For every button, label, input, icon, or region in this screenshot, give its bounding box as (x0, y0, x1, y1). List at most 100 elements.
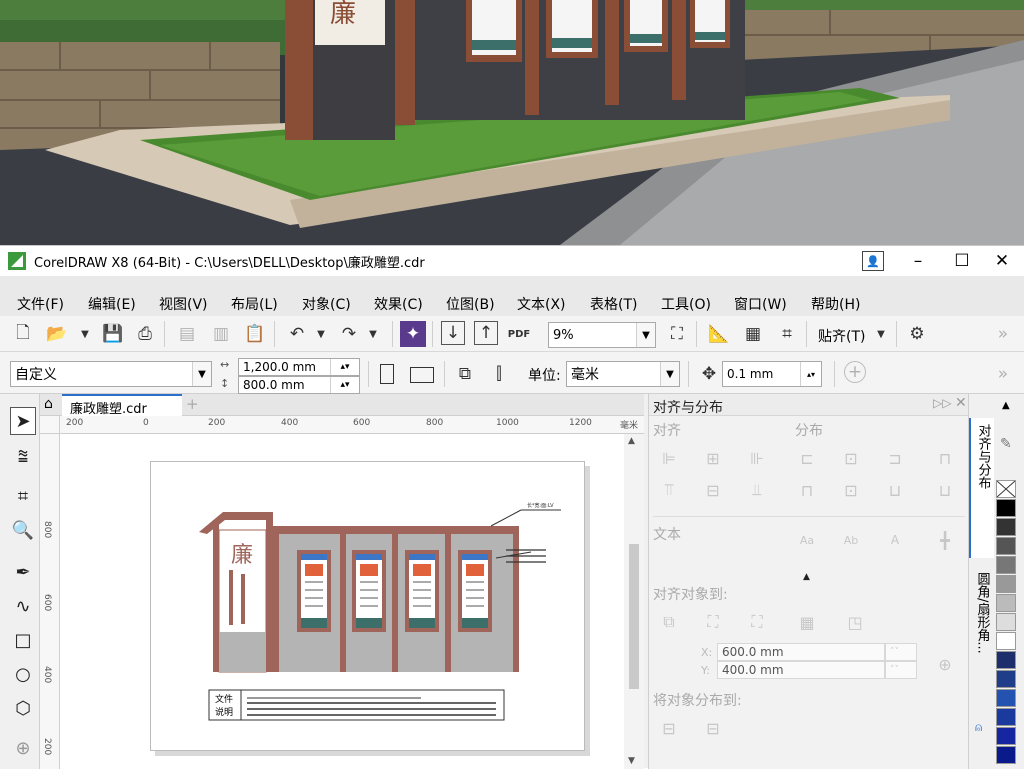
import-icon[interactable]: ↓ (441, 321, 465, 345)
royal-blue-swatch[interactable] (996, 708, 1016, 726)
menu-text[interactable]: 文本(X) (517, 294, 566, 314)
distribute-center-h-icon[interactable]: ⊡ (839, 446, 863, 470)
landscape-icon[interactable] (410, 367, 434, 383)
undo-dropdown-chevron-icon[interactable]: ▼ (308, 321, 334, 347)
snap-dropdown-chevron-icon[interactable]: ▼ (868, 321, 894, 347)
width-spinner-icon[interactable]: ▴▾ (330, 359, 359, 375)
vertical-ruler[interactable]: 800 600 400 200 (40, 434, 60, 769)
print-icon[interactable]: ⎙ (132, 321, 158, 347)
section-collapse-icon[interactable]: ▲ (803, 572, 810, 582)
redo-dropdown-chevron-icon[interactable]: ▼ (360, 321, 386, 347)
copy-icon[interactable]: ▥ (208, 321, 234, 347)
document-page[interactable]: 廉 长*宽:面:LV 文件 说明 (150, 461, 585, 751)
y-coordinate-field[interactable]: 400.0 mm (717, 661, 885, 679)
new-tab-plus-icon[interactable]: + (186, 395, 199, 413)
menu-object[interactable]: 对象(C) (302, 294, 351, 314)
collapse-docker-icon[interactable]: ▷▷ (933, 396, 951, 410)
add-preset-icon[interactable]: + (844, 361, 866, 383)
y-coordinate-spinner-icon[interactable]: ˄˅ (885, 661, 917, 679)
docker-tab-fillet[interactable]: 圆角/扇形角... (969, 566, 995, 706)
search-content-icon[interactable]: ✦ (400, 321, 426, 347)
palette-scroll-up-icon[interactable]: ▲ (1002, 400, 1010, 411)
ellipse-tool-icon[interactable]: ○ (9, 660, 37, 688)
show-grid-icon[interactable]: ▦ (740, 321, 766, 347)
align-to-page-edge-icon[interactable]: ⛶ (701, 610, 725, 634)
open-folder-icon[interactable]: 📂 (44, 321, 70, 347)
page-size-select[interactable]: 自定义 ▼ (10, 361, 212, 387)
navy-swatch[interactable] (996, 651, 1016, 669)
distribute-center-v-icon[interactable]: ⊡ (839, 478, 863, 502)
distribute-bottom-icon[interactable]: ⊔ (883, 478, 907, 502)
distribute-top-icon[interactable]: ⊓ (795, 478, 819, 502)
gray70-swatch[interactable] (996, 537, 1016, 555)
deep-blue-swatch[interactable] (996, 727, 1016, 745)
freehand-tool-icon[interactable]: ✒ (9, 558, 37, 586)
pick-point-icon[interactable]: ⊕ (933, 652, 957, 676)
current-page-icon[interactable]: ⫿ (486, 361, 512, 387)
no-color-swatch[interactable] (996, 480, 1016, 498)
text-bounding-box-icon[interactable]: A (883, 528, 907, 552)
text-outline-icon[interactable]: ╋ (933, 528, 957, 552)
align-to-active-object-icon[interactable]: ⧉ (657, 610, 681, 634)
snap-to-button[interactable]: 贴齐(T) (818, 326, 865, 346)
distribute-spacing-h-icon[interactable]: ⊓ (933, 446, 957, 470)
options-gear-icon[interactable]: ⚙ (904, 321, 930, 347)
menu-help[interactable]: 帮助(H) (811, 294, 860, 314)
new-document-icon[interactable]: 🗋 (10, 321, 36, 347)
docker-tab-extra-icon[interactable]: ⍝ (975, 720, 982, 735)
align-right-icon[interactable]: ⊪ (745, 446, 769, 470)
portrait-icon[interactable] (380, 364, 394, 384)
canvas-vertical-scrollbar[interactable]: ▲ ▼ (624, 434, 644, 769)
gray90-swatch[interactable] (996, 518, 1016, 536)
align-center-h-icon[interactable]: ⊞ (701, 446, 725, 470)
align-center-v-icon[interactable]: ⊟ (701, 478, 725, 502)
menu-bitmaps[interactable]: 位图(B) (446, 294, 495, 314)
account-icon[interactable]: 👤 (862, 251, 884, 271)
save-icon[interactable]: 💾 (100, 321, 126, 347)
align-to-grid-icon[interactable]: ▦ (795, 610, 819, 634)
full-screen-icon[interactable]: ⛶ (664, 321, 690, 347)
shape-tool-icon[interactable]: ⩰ (9, 442, 37, 470)
gray30-swatch[interactable] (996, 594, 1016, 612)
x-coordinate-field[interactable]: 600.0 mm (717, 643, 885, 661)
distribute-right-icon[interactable]: ⊐ (883, 446, 907, 470)
blue-swatch[interactable] (996, 689, 1016, 707)
menu-file[interactable]: 文件(F) (17, 294, 64, 314)
distribute-to-selection-icon[interactable]: ⊟ (657, 716, 681, 740)
ruler-origin[interactable] (40, 416, 60, 434)
zoom-tool-icon[interactable]: 🔍 (9, 516, 37, 544)
docker-tab-align[interactable]: 对齐与分布 (969, 418, 995, 558)
open-dropdown-chevron-icon[interactable]: ▼ (72, 321, 98, 347)
rectangle-tool-icon[interactable]: □ (9, 626, 37, 654)
black-swatch[interactable] (996, 499, 1016, 517)
text-last-baseline-icon[interactable]: Ab (839, 528, 863, 552)
align-to-page-center-icon[interactable]: ⛶ (745, 610, 769, 634)
align-to-point-icon[interactable]: ◳ (843, 610, 867, 634)
gray10-swatch[interactable] (996, 613, 1016, 631)
white-swatch[interactable] (996, 632, 1016, 650)
align-top-icon[interactable]: ⫪ (657, 478, 681, 502)
toolbar-overflow-icon[interactable]: » (990, 321, 1016, 347)
show-guidelines-icon[interactable]: ⌗ (774, 321, 800, 347)
quick-customize-icon[interactable]: ⊕ (9, 734, 37, 762)
page-width-field[interactable]: 1,200.0 mm ▴▾ (238, 358, 360, 376)
export-icon[interactable]: ↑ (474, 321, 498, 345)
nudge-distance-field[interactable]: 0.1 mm ▴▾ (722, 361, 822, 387)
scroll-up-icon[interactable]: ▲ (628, 436, 635, 446)
publish-pdf-icon[interactable]: PDF (506, 321, 532, 347)
units-select[interactable]: 毫米 ▼ (566, 361, 680, 387)
redo-icon[interactable]: ↷ (336, 321, 362, 347)
gray40-swatch[interactable] (996, 575, 1016, 593)
dark-blue-swatch[interactable] (996, 670, 1016, 688)
align-left-icon[interactable]: ⊫ (657, 446, 681, 470)
minimize-button[interactable]: – (896, 246, 940, 276)
eyedropper-icon[interactable]: ✎ (1000, 436, 1012, 452)
height-spinner-icon[interactable]: ▴▾ (330, 377, 359, 393)
drawing-canvas[interactable]: 廉 长*宽:面:LV 文件 说明 (60, 434, 624, 769)
indigo-swatch[interactable] (996, 746, 1016, 764)
gray50-swatch[interactable] (996, 556, 1016, 574)
maximize-button[interactable]: ☐ (940, 246, 984, 276)
scrollbar-thumb[interactable] (629, 544, 639, 689)
distribute-left-icon[interactable]: ⊏ (795, 446, 819, 470)
document-tab[interactable]: 廉政雕塑.cdr (62, 394, 182, 417)
